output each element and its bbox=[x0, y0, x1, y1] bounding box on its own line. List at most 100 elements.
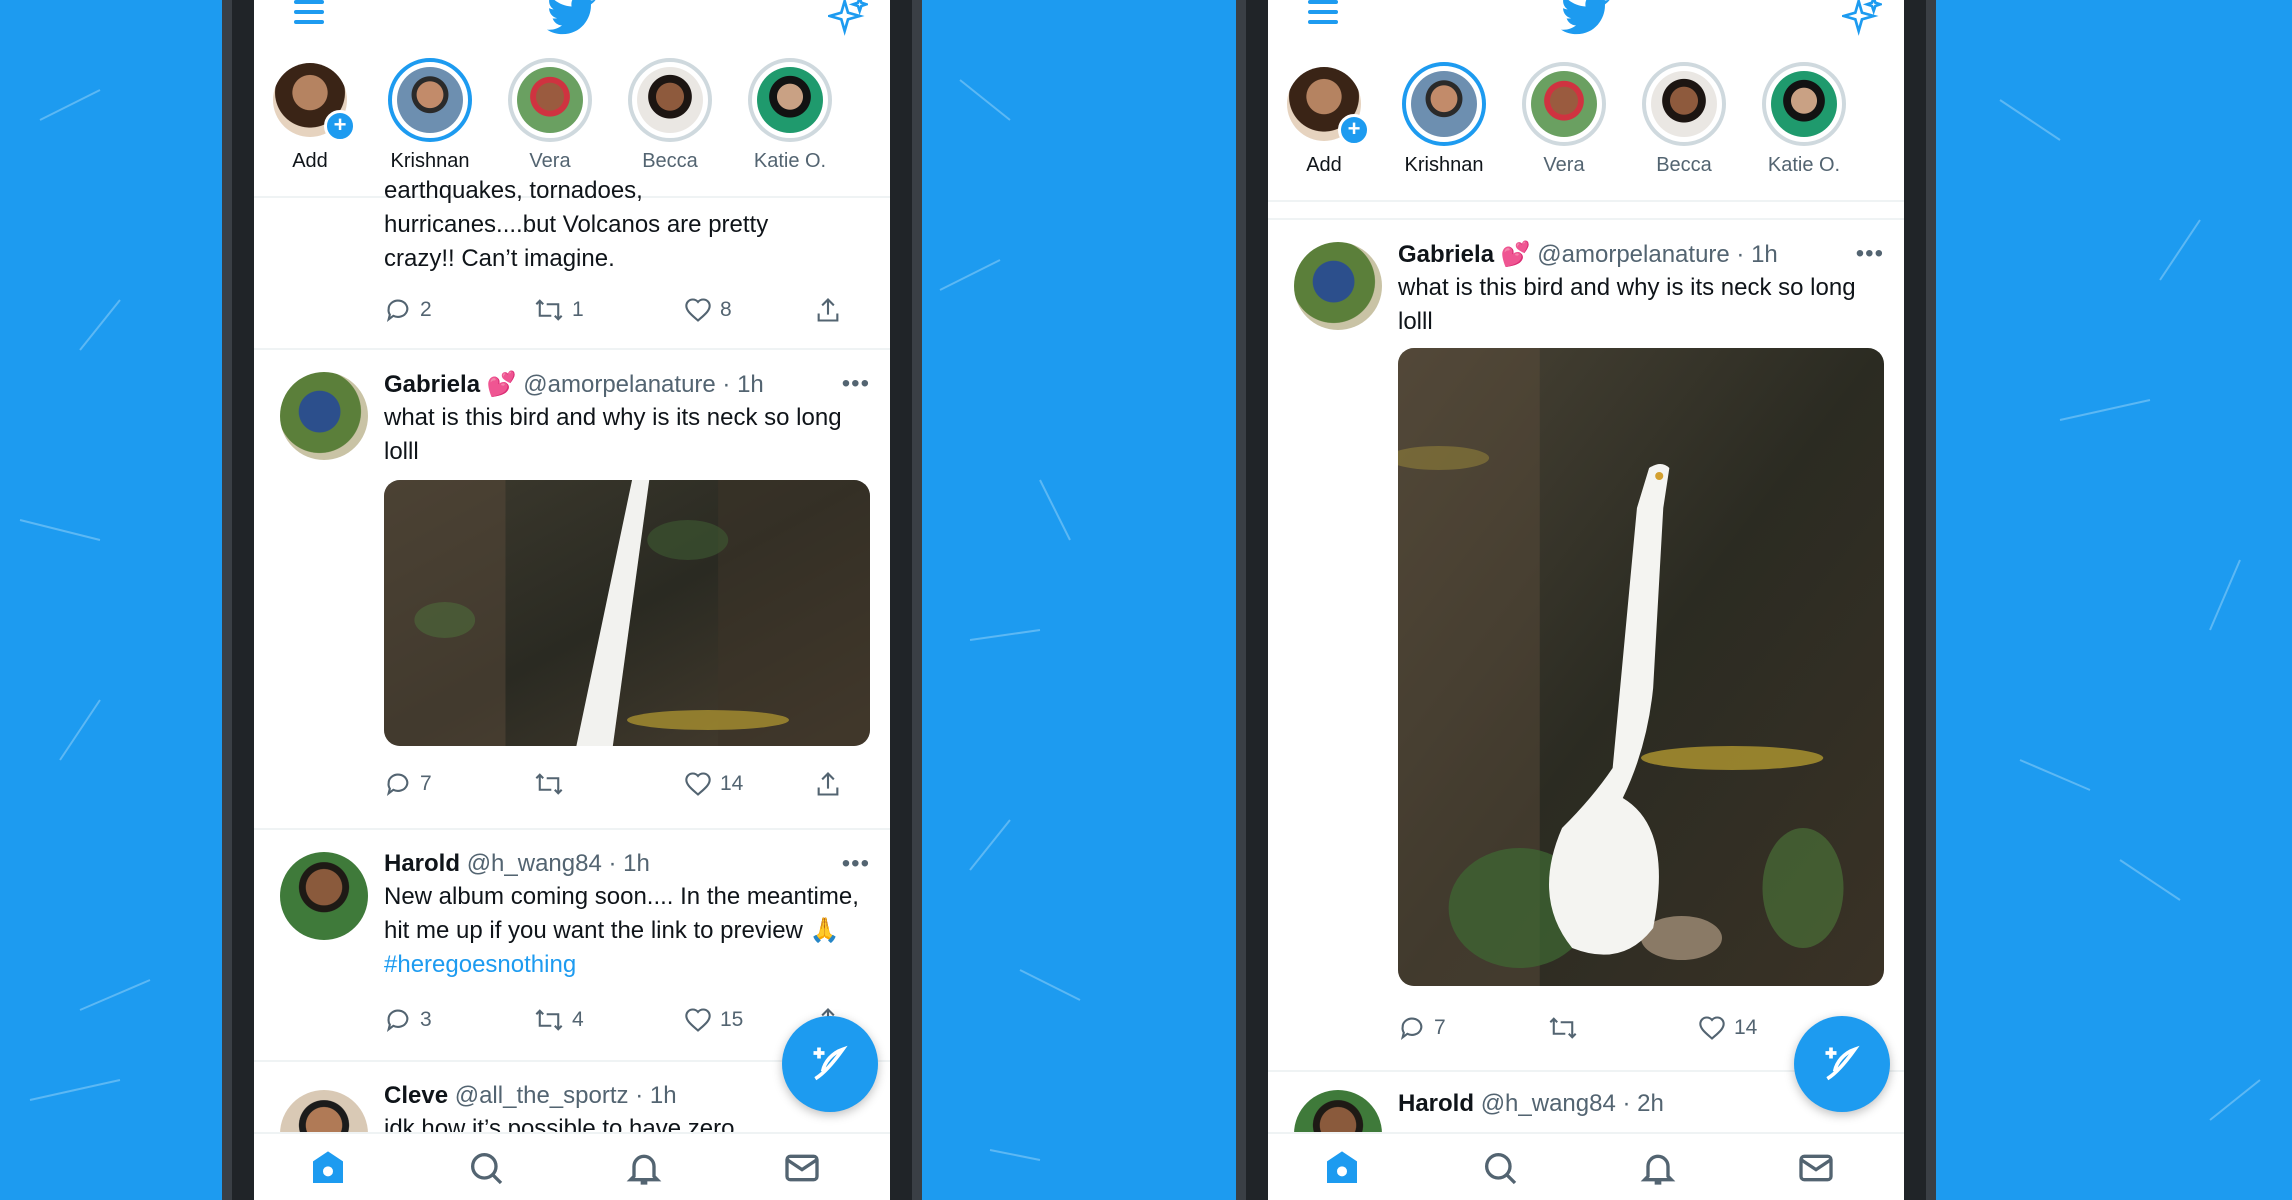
search-icon[interactable] bbox=[466, 1148, 506, 1188]
handle[interactable]: @all_the_sportz bbox=[455, 1082, 629, 1109]
menu-icon[interactable] bbox=[294, 0, 324, 26]
compose-icon bbox=[813, 1045, 848, 1081]
reply-count: 7 bbox=[420, 772, 432, 795]
phone-screen: + Add Krishnan Vera Becca Katie O. bbox=[1268, 0, 1904, 1200]
avatar[interactable] bbox=[1294, 242, 1382, 330]
twitter-bird-icon[interactable] bbox=[547, 0, 597, 36]
fleet-krishnan[interactable]: Krishnan bbox=[1394, 62, 1494, 177]
divider bbox=[254, 348, 890, 350]
display-name[interactable]: Cleve bbox=[384, 1082, 448, 1109]
menu-icon[interactable] bbox=[1308, 0, 1338, 26]
divider bbox=[1268, 218, 1904, 220]
retweet-icon bbox=[535, 773, 563, 795]
reply-count: 3 bbox=[420, 1008, 432, 1031]
sparkle-icon[interactable] bbox=[1842, 0, 1882, 36]
handle[interactable]: @h_wang84 bbox=[467, 850, 602, 877]
share-icon bbox=[817, 298, 839, 322]
heart-icon bbox=[685, 298, 711, 322]
compose-tweet-button[interactable] bbox=[1794, 1016, 1890, 1112]
like-count: 14 bbox=[720, 772, 744, 795]
fleet-name: Vera bbox=[1543, 154, 1585, 176]
tweet-image[interactable] bbox=[384, 480, 870, 746]
avatar[interactable] bbox=[280, 852, 368, 940]
fleet-add[interactable]: + Add bbox=[260, 58, 360, 173]
retweet-icon bbox=[535, 299, 563, 321]
display-name[interactable]: Gabriela bbox=[384, 371, 480, 398]
fleet-name: Krishnan bbox=[1404, 154, 1484, 176]
tweet-header: Gabriela 💕 @amorpelanature · 1h bbox=[384, 370, 870, 399]
fleet-katie[interactable]: Katie O. bbox=[740, 58, 840, 173]
fleet-name: Add bbox=[292, 150, 328, 172]
like-button[interactable]: 8 bbox=[684, 296, 732, 324]
notifications-icon[interactable] bbox=[624, 1148, 664, 1188]
phone-bezel bbox=[1926, 0, 1936, 1200]
top-bar bbox=[254, 0, 890, 42]
top-bar bbox=[1268, 0, 1904, 42]
handle[interactable]: @amorpelanature bbox=[523, 371, 715, 398]
fleet-becca[interactable]: Becca bbox=[620, 58, 720, 173]
more-icon[interactable]: ••• bbox=[1856, 240, 1884, 268]
emoji: 💕 bbox=[486, 371, 517, 398]
reply-count: 7 bbox=[1434, 1016, 1446, 1039]
fleet-becca[interactable]: Becca bbox=[1634, 62, 1734, 177]
messages-icon[interactable] bbox=[782, 1148, 822, 1188]
tweet-text: what is this bird and why is its neck so… bbox=[1398, 274, 1856, 335]
like-button[interactable]: 14 bbox=[684, 770, 743, 798]
hashtag-link[interactable]: #heregoesnothing bbox=[384, 951, 576, 978]
reply-button[interactable]: 7 bbox=[1398, 1014, 1446, 1042]
twitter-bird-icon[interactable] bbox=[1561, 0, 1611, 36]
timestamp: · 2h bbox=[1622, 1090, 1664, 1117]
reply-icon bbox=[1400, 1017, 1423, 1040]
home-icon[interactable] bbox=[308, 1148, 348, 1188]
handle[interactable]: @h_wang84 bbox=[1481, 1090, 1616, 1117]
retweet-button[interactable]: 4 bbox=[534, 1006, 584, 1034]
fleet-name: Katie O. bbox=[753, 150, 827, 172]
notifications-icon[interactable] bbox=[1638, 1148, 1678, 1188]
display-name[interactable]: Harold bbox=[1398, 1090, 1474, 1117]
reply-button[interactable]: 7 bbox=[384, 770, 432, 798]
home-icon[interactable] bbox=[1322, 1148, 1362, 1188]
fleet-add[interactable]: + Add bbox=[1274, 62, 1374, 177]
handle[interactable]: @amorpelanature bbox=[1537, 241, 1729, 268]
reply-button[interactable]: 2 bbox=[384, 296, 432, 324]
messages-icon[interactable] bbox=[1796, 1148, 1836, 1188]
tweet-image[interactable] bbox=[1398, 348, 1884, 986]
tweet-text: earthquakes, tornadoes, hurricanes....bu… bbox=[384, 177, 769, 272]
retweet-count: 4 bbox=[572, 1008, 584, 1031]
display-name[interactable]: Harold bbox=[384, 850, 460, 877]
search-icon[interactable] bbox=[1480, 1148, 1520, 1188]
reply-count: 2 bbox=[420, 298, 432, 321]
phone-bezel bbox=[222, 0, 232, 1200]
heart-icon bbox=[1699, 1016, 1725, 1040]
share-button[interactable] bbox=[814, 296, 842, 324]
like-button[interactable]: 14 bbox=[1698, 1014, 1757, 1042]
retweet-button[interactable]: 1 bbox=[534, 296, 584, 324]
reply-button[interactable]: 3 bbox=[384, 1006, 432, 1034]
egret-image bbox=[384, 480, 870, 746]
like-count: 14 bbox=[1734, 1016, 1758, 1039]
fleet-krishnan[interactable]: Krishnan bbox=[380, 58, 480, 173]
phone-bezel bbox=[912, 0, 922, 1200]
fleet-vera[interactable]: Vera bbox=[500, 58, 600, 173]
share-button[interactable] bbox=[814, 770, 842, 798]
retweet-button[interactable] bbox=[1548, 1014, 1586, 1042]
fleet-katie[interactable]: Katie O. bbox=[1754, 62, 1854, 177]
retweet-button[interactable] bbox=[534, 770, 572, 798]
compose-tweet-button[interactable] bbox=[782, 1016, 878, 1112]
more-icon[interactable]: ••• bbox=[842, 850, 870, 878]
display-name[interactable]: Gabriela bbox=[1398, 241, 1494, 268]
more-icon[interactable]: ••• bbox=[842, 370, 870, 398]
tweet-actions: 2 1 8 bbox=[254, 296, 890, 326]
fleet-vera[interactable]: Vera bbox=[1514, 62, 1614, 177]
timestamp: · 1h bbox=[608, 850, 650, 877]
avatar[interactable] bbox=[280, 372, 368, 460]
phone-screen: + Add Krishnan Vera Becca Katie O. bbox=[254, 0, 890, 1200]
like-button[interactable]: 15 bbox=[684, 1006, 743, 1034]
tweet-text: New album coming soon.... In the meantim… bbox=[384, 883, 859, 978]
phone-bezel bbox=[1236, 0, 1246, 1200]
sparkle-icon[interactable] bbox=[828, 0, 868, 36]
fleet-name: Becca bbox=[642, 150, 698, 172]
compose-icon bbox=[1825, 1045, 1860, 1081]
left-phone: + Add Krishnan Vera Becca Katie O. earth… bbox=[222, 0, 922, 1200]
add-fleet-icon: + bbox=[1338, 114, 1370, 146]
